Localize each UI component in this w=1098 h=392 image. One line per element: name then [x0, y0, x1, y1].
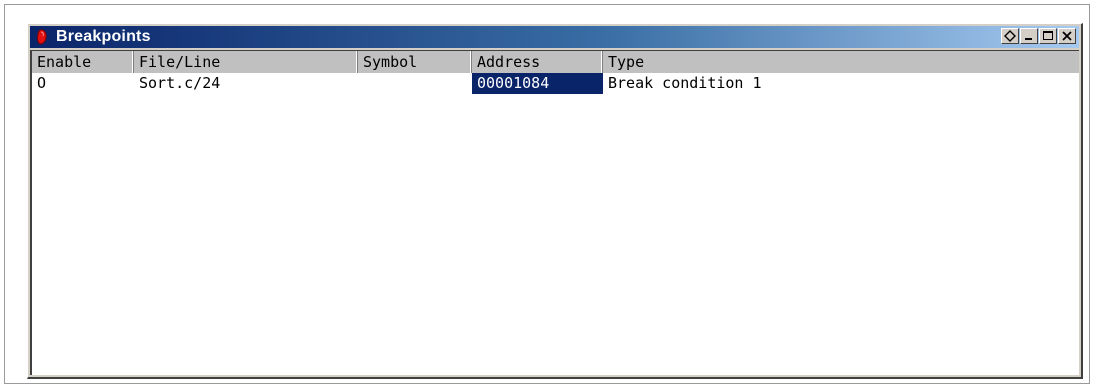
maximize-icon[interactable]: [1039, 28, 1057, 44]
red-breakpoint-icon: [34, 28, 50, 46]
title-buttons: [1000, 28, 1076, 44]
breakpoints-list[interactable]: Enable File/Line Symbol Address Type O S…: [30, 50, 1079, 375]
title-bar[interactable]: Breakpoints: [30, 26, 1079, 48]
type-cell[interactable]: Break condition 1: [603, 73, 1079, 94]
dock-icon[interactable]: [1001, 28, 1019, 44]
file-line-cell[interactable]: Sort.c/24: [134, 73, 358, 94]
window-title: Breakpoints: [56, 28, 151, 45]
screenshot-frame: Breakpoints Enable File/Line Symbol Addr…: [4, 4, 1090, 384]
column-header-address[interactable]: Address: [472, 51, 603, 73]
column-header-enable[interactable]: Enable: [32, 51, 134, 73]
column-header-type[interactable]: Type: [603, 51, 1079, 73]
address-cell[interactable]: 00001084: [472, 73, 603, 94]
enable-cell[interactable]: O: [32, 73, 134, 94]
column-header-symbol[interactable]: Symbol: [358, 51, 472, 73]
column-header-file-line[interactable]: File/Line: [134, 51, 358, 73]
breakpoints-window: Breakpoints Enable File/Line Symbol Addr…: [27, 23, 1083, 379]
symbol-cell[interactable]: [358, 73, 472, 94]
table-row[interactable]: O Sort.c/24 00001084 Break condition 1: [32, 73, 1079, 94]
column-header-row: Enable File/Line Symbol Address Type: [32, 51, 1079, 73]
close-icon[interactable]: [1058, 28, 1076, 44]
minimize-icon[interactable]: [1020, 28, 1038, 44]
